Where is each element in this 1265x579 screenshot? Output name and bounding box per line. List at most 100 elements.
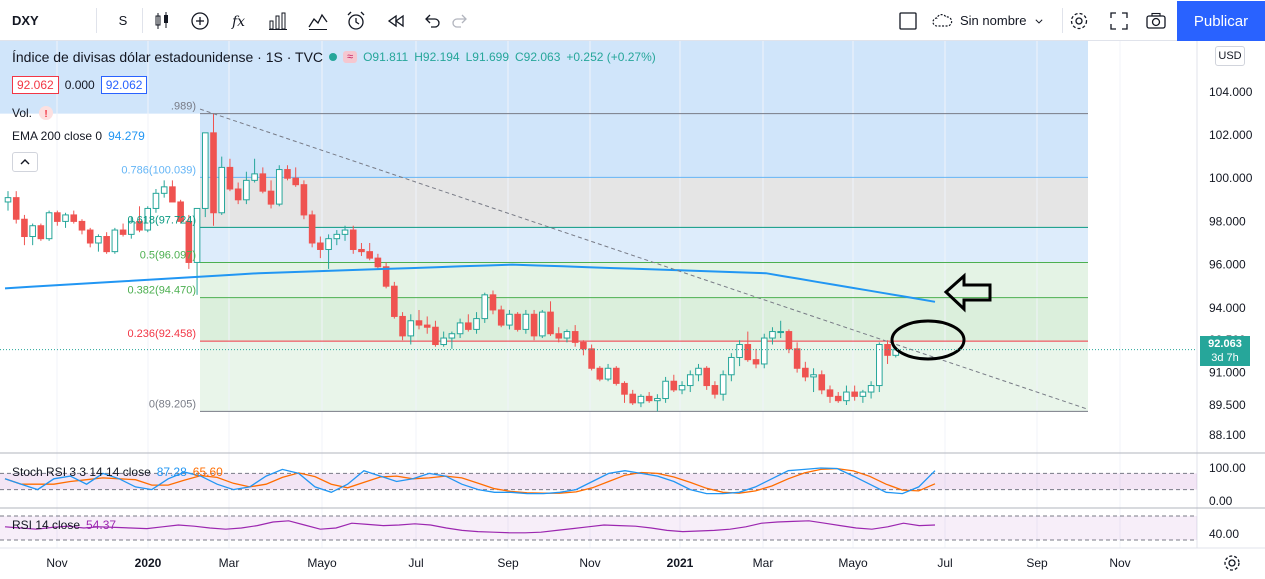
gear-icon[interactable] — [1222, 553, 1242, 573]
price-chart[interactable]: 104.000 102.000 100.000 98.000 96.000 94.000 9… — [0, 0, 1265, 579]
time-tick-label: Mar — [219, 556, 240, 570]
time-tick-label: Mayo — [307, 556, 337, 570]
ema-label: EMA 200 close 0 — [12, 129, 103, 143]
candle-body — [333, 233, 341, 240]
fib-label: 0.5(96.097) — [140, 250, 196, 262]
ask-button[interactable]: 92.062 — [100, 76, 148, 94]
stoch-label: Stoch RSI 3 3 14 14 close — [12, 465, 151, 479]
candle-body — [448, 333, 456, 339]
rsi-legend[interactable]: RSI 14 close 54.37 — [12, 518, 116, 532]
candle-body — [604, 367, 612, 380]
candle-body — [251, 173, 258, 181]
stoch-tick-label: 0.00 — [1209, 494, 1233, 508]
ema-value: 94.279 — [108, 129, 145, 143]
rsi-value: 54.37 — [86, 518, 117, 532]
candle-body — [793, 348, 801, 369]
candle-body — [867, 385, 875, 393]
candle-body — [86, 229, 94, 244]
candle-body — [818, 374, 826, 391]
candle-body — [489, 294, 497, 311]
candle-body — [539, 311, 546, 337]
candle-body — [432, 326, 439, 346]
ohlc-close: C92.063 — [515, 50, 561, 64]
fib-band — [200, 227, 1088, 263]
ema-legend[interactable]: EMA 200 close 0 94.279 — [12, 129, 145, 143]
price-tick-label: 88.100 — [1209, 428, 1246, 442]
spread-value: 0.000 — [64, 78, 95, 92]
candle-body — [654, 398, 661, 402]
candle-body — [662, 380, 669, 400]
candle-body — [234, 188, 242, 201]
rsi-pane[interactable]: 40.00 — [0, 515, 1239, 541]
ohlc-change: +0.252 (+0.27%) — [566, 50, 656, 64]
stoch-k-value: 87.28 — [156, 465, 187, 479]
candle-body — [440, 337, 447, 346]
candle-body — [292, 177, 299, 186]
candle-body — [760, 337, 768, 365]
candle-body — [563, 331, 571, 339]
chevron-up-icon — [20, 159, 30, 165]
candle-body — [12, 197, 20, 220]
candle-body — [621, 382, 628, 395]
candle-body — [695, 367, 702, 376]
candle-body — [226, 166, 234, 190]
price-tick-label: 91.000 — [1209, 366, 1246, 380]
candle-body — [810, 374, 817, 378]
collapse-legend-button[interactable] — [12, 152, 38, 172]
candle-body — [37, 225, 45, 240]
fib-band — [200, 113, 1088, 178]
time-axis[interactable]: Nov 2020 Mar Mayo Jul Sep Nov 2021 Mar Mayo Jul Sep… — [0, 547, 1265, 570]
candle-body — [111, 229, 119, 253]
volume-legend[interactable]: Vol. ! — [12, 105, 54, 121]
candle-body — [580, 341, 587, 350]
instrument-title: Índice de divisas dólar estadounidense ·… — [12, 49, 324, 65]
svg-text:!: ! — [44, 109, 47, 120]
candle-body — [752, 359, 760, 365]
candle-body — [243, 179, 250, 201]
candle-body — [728, 356, 735, 376]
candle-body — [670, 380, 678, 391]
candle-body — [769, 331, 776, 339]
candle-body — [736, 344, 743, 358]
candle-body — [637, 395, 645, 404]
price-tick-label: 100.000 — [1209, 171, 1253, 185]
time-tick-label: 2020 — [135, 556, 162, 570]
currency-badge[interactable]: USD — [1215, 46, 1245, 66]
candle-body — [703, 367, 711, 387]
price-tick-label: 102.000 — [1209, 128, 1253, 142]
stoch-legend[interactable]: Stoch RSI 3 3 14 14 close 87.28 65.60 — [12, 465, 223, 479]
candle-body — [391, 285, 398, 317]
rsi-label: RSI 14 close — [12, 518, 81, 532]
wave-icon: ≈ — [343, 51, 358, 63]
candle-body — [785, 331, 793, 350]
candle-body — [201, 132, 209, 209]
fib-label: 0(89.205) — [149, 398, 196, 410]
fib-band — [200, 177, 1088, 228]
candle-body — [374, 257, 382, 268]
candle-body — [62, 214, 69, 222]
candle-body — [645, 395, 653, 402]
candle-body — [54, 212, 61, 222]
rsi-tick-label: 40.00 — [1209, 527, 1239, 541]
candle-body — [160, 186, 168, 194]
time-tick-label: Nov — [46, 556, 67, 570]
stoch-d-value: 65.60 — [192, 465, 223, 479]
price-tick-label: 89.500 — [1209, 398, 1246, 412]
candle-body — [456, 322, 464, 335]
candle-body — [555, 333, 563, 339]
candle-body — [95, 236, 102, 244]
candle-body — [481, 294, 489, 320]
candle-body — [349, 229, 357, 250]
candle-body — [465, 322, 472, 330]
fib-labels: .989) 0.786(100.039) 0.618(97.724) 0.5(96.0… — [121, 101, 196, 411]
fib-band — [200, 262, 1088, 298]
stoch-tick-label: 100.00 — [1209, 461, 1246, 475]
time-tick-label: Nov — [579, 556, 600, 570]
candle-body — [802, 367, 809, 378]
candle-body — [744, 344, 752, 361]
candle-body — [218, 166, 226, 214]
bid-button[interactable]: 92.062 — [12, 76, 59, 94]
warning-icon: ! — [39, 106, 54, 120]
candle-body — [843, 391, 850, 402]
candle-body — [399, 315, 406, 337]
